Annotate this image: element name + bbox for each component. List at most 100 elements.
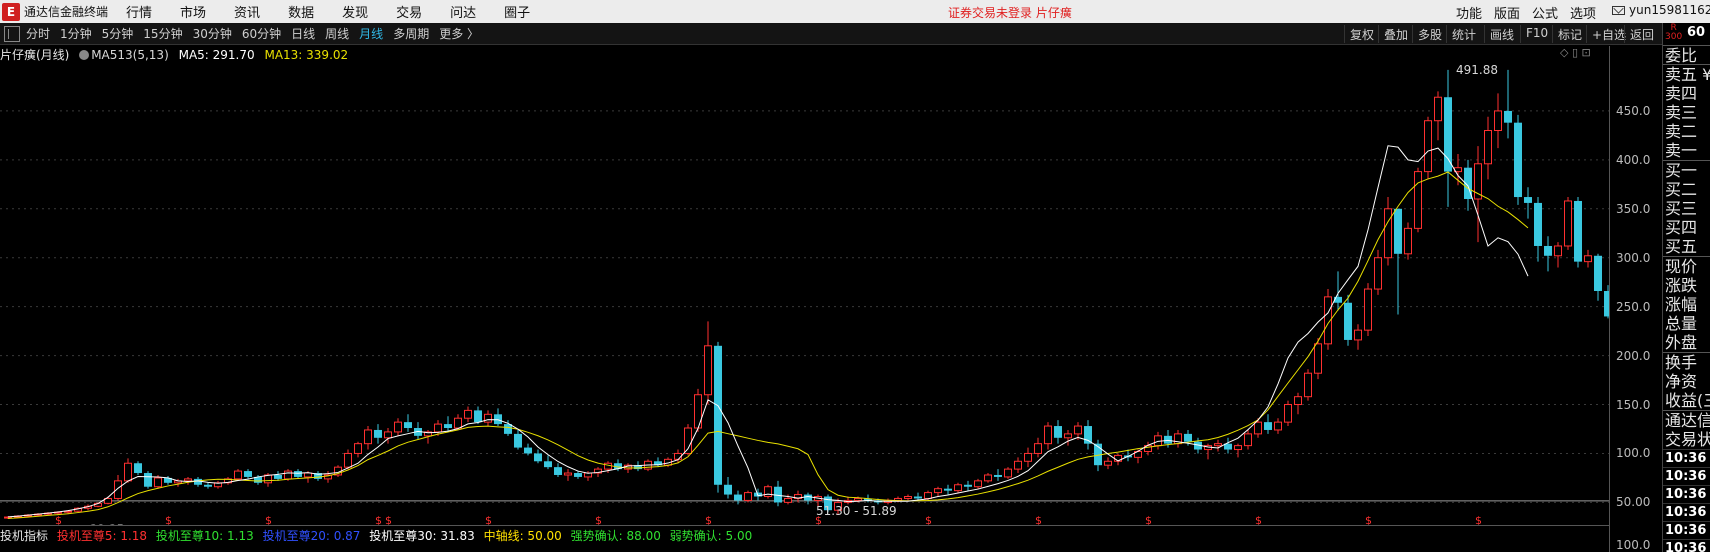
candle-body: [1414, 171, 1422, 229]
tick-time: 10:36: [1663, 485, 1710, 503]
adjust-button[interactable]: 复权: [1344, 25, 1379, 43]
period-60min[interactable]: 60分钟: [242, 25, 281, 42]
period-5min[interactable]: 5分钟: [102, 25, 134, 42]
candle-body: [1084, 426, 1092, 444]
indicator-midline: 中轴线: 50.00: [483, 529, 562, 543]
candle-body: [364, 429, 372, 445]
app-title: 通达信金融终端: [24, 5, 109, 19]
bid-2-label: 买二: [1665, 180, 1698, 199]
candle-body: [934, 488, 942, 494]
sidebar-toggle-icon[interactable]: [4, 25, 20, 42]
candle-body: [564, 472, 572, 476]
candle-body: [1354, 329, 1362, 341]
bid-section: 买一 买二 买三 买四 买五: [1663, 160, 1710, 256]
menu-function[interactable]: 功能: [1456, 3, 1482, 22]
stock-code: 60: [1687, 25, 1706, 40]
candle-body: [964, 484, 972, 487]
quote-panel-header: R 300 60: [1663, 23, 1710, 45]
candle-body: [1014, 460, 1022, 470]
f10-button[interactable]: F10: [1520, 25, 1553, 43]
candle-body: [1244, 433, 1252, 447]
current-price-label: 现价: [1665, 257, 1698, 276]
candle-body: [1314, 343, 1322, 374]
period-more[interactable]: 更多 〉: [439, 25, 479, 42]
menu-item-news[interactable]: 资讯: [234, 2, 260, 21]
candle-body: [144, 473, 152, 487]
dividend-marker-icon: $: [815, 514, 822, 525]
period-15min[interactable]: 15分钟: [143, 25, 182, 42]
login-notice[interactable]: 证券交易未登录 片仔癀: [948, 4, 1072, 21]
candle-body: [474, 410, 482, 423]
menu-item-discover[interactable]: 发现: [342, 2, 368, 21]
candle-body: [1514, 122, 1522, 198]
draw-line-button[interactable]: 画线: [1484, 25, 1519, 43]
menu-layout[interactable]: 版面: [1494, 3, 1520, 22]
candle-body: [1444, 97, 1452, 172]
overlay-button[interactable]: 叠加: [1378, 25, 1413, 43]
menu-options[interactable]: 选项: [1570, 3, 1596, 22]
period-1min[interactable]: 1分钟: [60, 25, 92, 42]
back-button[interactable]: 返回: [1624, 25, 1659, 43]
candle-body: [234, 470, 242, 480]
price-annotation: 491.88: [1456, 63, 1498, 77]
y-tick-label: 50.00: [1616, 495, 1651, 510]
candle-body: [574, 473, 582, 477]
candlestick-chart[interactable]: 491.88← 32.3551.30 - 51.89$$$$$$$$$$$$$$…: [0, 46, 1609, 525]
app-logo-icon: E: [2, 2, 20, 21]
menu-item-markets[interactable]: 市场: [180, 2, 206, 21]
ma5-line: [7, 145, 1529, 518]
candle-body: [444, 424, 452, 429]
y-tick-label: 100.0: [1616, 446, 1651, 461]
candle-body: [204, 484, 212, 487]
mail-icon[interactable]: [1612, 5, 1625, 15]
candle-body: [1034, 443, 1042, 454]
candle-body: [514, 433, 522, 448]
period-multi[interactable]: 多周期: [393, 25, 429, 42]
menu-formula[interactable]: 公式: [1532, 3, 1558, 22]
menu-item-data[interactable]: 数据: [288, 2, 314, 21]
period-toolbar: 分时 1分钟 5分钟 15分钟 30分钟 60分钟 日线 周线 月线 多周期 更…: [0, 23, 1662, 45]
y-tick-label: 200.0: [1616, 348, 1651, 363]
tick-time: 10:36: [1663, 539, 1710, 552]
candle-body: [1214, 443, 1222, 447]
net-assets-label: 净资: [1665, 372, 1698, 391]
y-tick-label: 300.0: [1616, 250, 1651, 265]
period-30min[interactable]: 30分钟: [193, 25, 232, 42]
candle-body: [274, 474, 282, 479]
candle-body: [1284, 404, 1292, 423]
period-daily[interactable]: 日线: [291, 25, 315, 42]
menu-item-ask[interactable]: 问达: [450, 2, 476, 21]
period-tick[interactable]: 分时: [26, 25, 50, 42]
trading-terminal: E 通达信金融终端 行情 市场 资讯 数据 发现 交易 问达 圈子 证券交易未登…: [0, 0, 1710, 552]
menu-item-trade[interactable]: 交易: [396, 2, 422, 21]
candle-body: [524, 447, 532, 454]
dividend-marker-icon: $: [55, 514, 62, 525]
dividend-marker-icon: $: [1365, 514, 1372, 525]
price-axis: 50.00 100.0 150.0 200.0 250.0 300.0 350.0 400.0…: [1610, 46, 1662, 509]
statistics-button[interactable]: 统计: [1446, 25, 1481, 43]
indicator-name[interactable]: 投机指标: [0, 529, 48, 543]
candle-body: [454, 417, 462, 429]
user-name: yun15981162: [1629, 3, 1710, 17]
multi-stock-button[interactable]: 多股: [1412, 25, 1447, 43]
mark-button[interactable]: 标记: [1552, 25, 1587, 43]
candle-body: [504, 424, 512, 434]
candle-body: [944, 488, 952, 491]
menu-item-circle[interactable]: 圈子: [504, 2, 530, 21]
candle-body: [404, 422, 412, 429]
period-weekly[interactable]: 周线: [325, 25, 349, 42]
candle-body: [1374, 257, 1382, 290]
tick-time: 10:36: [1663, 521, 1710, 539]
candle-body: [854, 497, 862, 501]
bid-3-label: 买三: [1665, 199, 1698, 218]
menu-bar: E 通达信金融终端 行情 市场 资讯 数据 发现 交易 问达 圈子 证券交易未登…: [0, 0, 1710, 23]
price-annotation: 51.30 - 51.89: [816, 504, 897, 518]
candle-body: [394, 421, 402, 433]
user-account[interactable]: yun15981162: [1612, 3, 1710, 17]
candle-body: [914, 496, 922, 499]
y-tick-label: 250.0: [1616, 299, 1651, 314]
period-monthly[interactable]: 月线: [359, 25, 383, 42]
candle-body: [304, 472, 312, 478]
menu-item-market[interactable]: 行情: [126, 2, 152, 21]
candle-body: [744, 492, 752, 501]
